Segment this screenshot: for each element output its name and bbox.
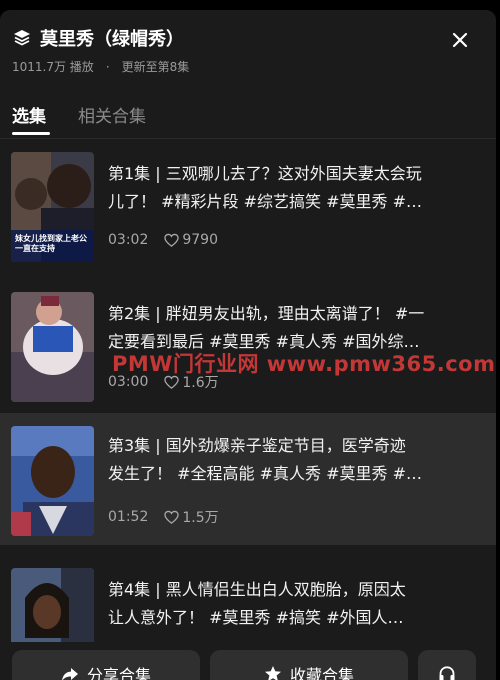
- share-collection-button[interactable]: 分享合集: [12, 650, 200, 680]
- heart-icon: [164, 510, 180, 524]
- episode-title-line: 第3集 | 国外劲爆亲子鉴定节目，医学奇迹: [108, 436, 406, 455]
- episode-title-1: 第1集 | 三观哪儿去了？这对外国夫妻太会玩 儿了！ #精彩片段 #综艺搞笑 #…: [108, 160, 480, 216]
- tab-episodes[interactable]: 选集: [12, 102, 50, 136]
- bottom-action-bar: 分享合集 收藏合集: [0, 642, 496, 680]
- close-icon[interactable]: [450, 30, 470, 50]
- status-strip: [0, 0, 500, 10]
- screen-edge: [496, 10, 500, 680]
- episode-stats-3: 01:52 1.5万: [108, 507, 219, 527]
- episode-title-line: 第4集 | 黑人情侣生出白人双胞胎，原因太: [108, 580, 406, 599]
- episode-stats-1: 03:02 9790: [108, 232, 218, 248]
- episode-thumbnail-2: [11, 292, 94, 402]
- tab-divider: [0, 138, 496, 139]
- share-collection-label: 分享合集: [86, 666, 151, 680]
- stack-layers-icon: [14, 30, 30, 46]
- tab-related-collections[interactable]: 相关合集: [78, 102, 146, 136]
- episode-item-1[interactable]: 妹女儿找到家上老公一直在支持 第1集 | 三观哪儿去了？这对外国夫妻太会玩 儿了…: [0, 140, 496, 272]
- episode-title-3: 第3集 | 国外劲爆亲子鉴定节目，医学奇迹 发生了！ #全程高能 #真人秀 #莫…: [108, 432, 480, 488]
- episode-title-line: 第2集 | 胖妞男友出轨，理由太离谱了！ #一: [108, 304, 425, 323]
- update-status: 更新至第8集: [121, 60, 190, 74]
- episode-thumbnail-1: 妹女儿找到家上老公一直在支持: [11, 152, 94, 262]
- episode-item-3[interactable]: 第3集 | 国外劲爆亲子鉴定节目，医学奇迹 发生了！ #全程高能 #真人秀 #莫…: [0, 413, 496, 545]
- episode-title-line: 第1集 | 三观哪儿去了？这对外国夫妻太会玩: [108, 164, 422, 183]
- episode-title-line: 儿了！ #精彩片段 #综艺搞笑 #莫里秀 #…: [108, 192, 422, 211]
- episode-likes: 9790: [182, 232, 218, 248]
- episode-duration: 01:52: [108, 509, 149, 525]
- episode-thumbnail-3: [11, 426, 94, 536]
- collection-sheet: 莫里秀（绿帽秀） 1011.7万 播放 · 更新至第8集 选集 相关合集 妹女儿…: [0, 10, 496, 680]
- star-icon: [264, 666, 281, 680]
- episode-duration: 03:02: [108, 232, 149, 248]
- collect-collection-button[interactable]: 收藏合集: [210, 650, 408, 680]
- episode-likes: 1.5万: [182, 510, 219, 526]
- thumbnail-caption: 妹女儿找到家上老公一直在支持: [15, 234, 87, 253]
- watermark-text: PMW门行业网 www.pmw365.com: [112, 352, 496, 376]
- play-count: 1011.7万 播放: [12, 60, 94, 74]
- episode-title-line: 让人意外了！ #莫里秀 #搞笑 #外国人…: [108, 608, 404, 627]
- meta-separator: ·: [105, 59, 110, 74]
- heart-icon: [164, 233, 180, 247]
- tab-bar: 选集 相关合集: [12, 102, 178, 136]
- episode-title-line: 发生了！ #全程高能 #真人秀 #莫里秀 #…: [108, 464, 422, 483]
- listen-button[interactable]: [418, 650, 476, 680]
- collection-title: 莫里秀（绿帽秀）: [40, 29, 184, 50]
- episode-item-2[interactable]: 第2集 | 胖妞男友出轨，理由太离谱了！ #一 定要看到最后 #莫里秀 #真人秀…: [0, 280, 496, 412]
- headphones-icon: [439, 666, 455, 680]
- share-arrow-icon: [62, 668, 78, 680]
- episode-title-4: 第4集 | 黑人情侣生出白人双胞胎，原因太 让人意外了！ #莫里秀 #搞笑 #外…: [108, 576, 480, 632]
- collect-collection-label: 收藏合集: [289, 666, 354, 680]
- collection-header: 莫里秀（绿帽秀） 1011.7万 播放 · 更新至第8集: [12, 26, 482, 76]
